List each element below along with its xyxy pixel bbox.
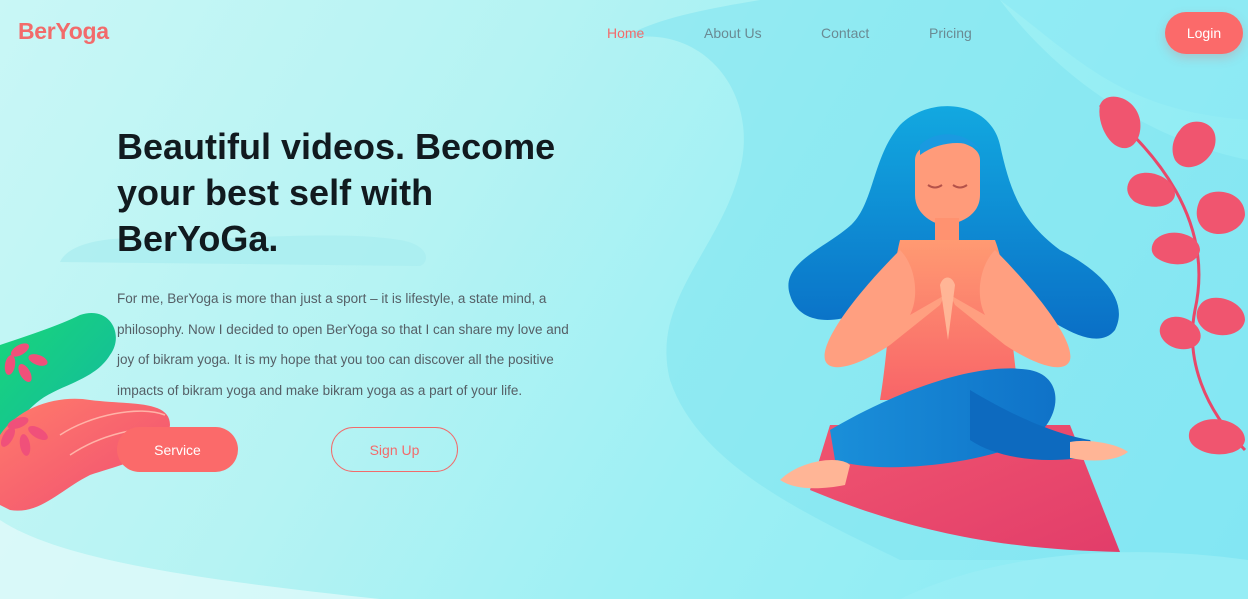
- nav-item-about-us[interactable]: About Us: [704, 25, 762, 41]
- login-button[interactable]: Login: [1165, 12, 1243, 54]
- plant-blob-illustration: [0, 313, 170, 511]
- yoga-woman-illustration: [780, 106, 1128, 552]
- nav-item-contact[interactable]: Contact: [821, 25, 869, 41]
- nav-item-home[interactable]: Home: [607, 25, 644, 41]
- leaf-branch-illustration: [1099, 96, 1247, 455]
- service-button[interactable]: Service: [117, 427, 238, 472]
- hero-paragraph: For me, BerYoga is more than just a spor…: [117, 291, 569, 398]
- sign-up-button[interactable]: Sign Up: [331, 427, 458, 472]
- main-nav: Home About Us Contact Pricing: [0, 25, 1248, 45]
- nav-item-pricing[interactable]: Pricing: [929, 25, 972, 41]
- hero-headline: Beautiful videos. Become your best self …: [117, 126, 556, 259]
